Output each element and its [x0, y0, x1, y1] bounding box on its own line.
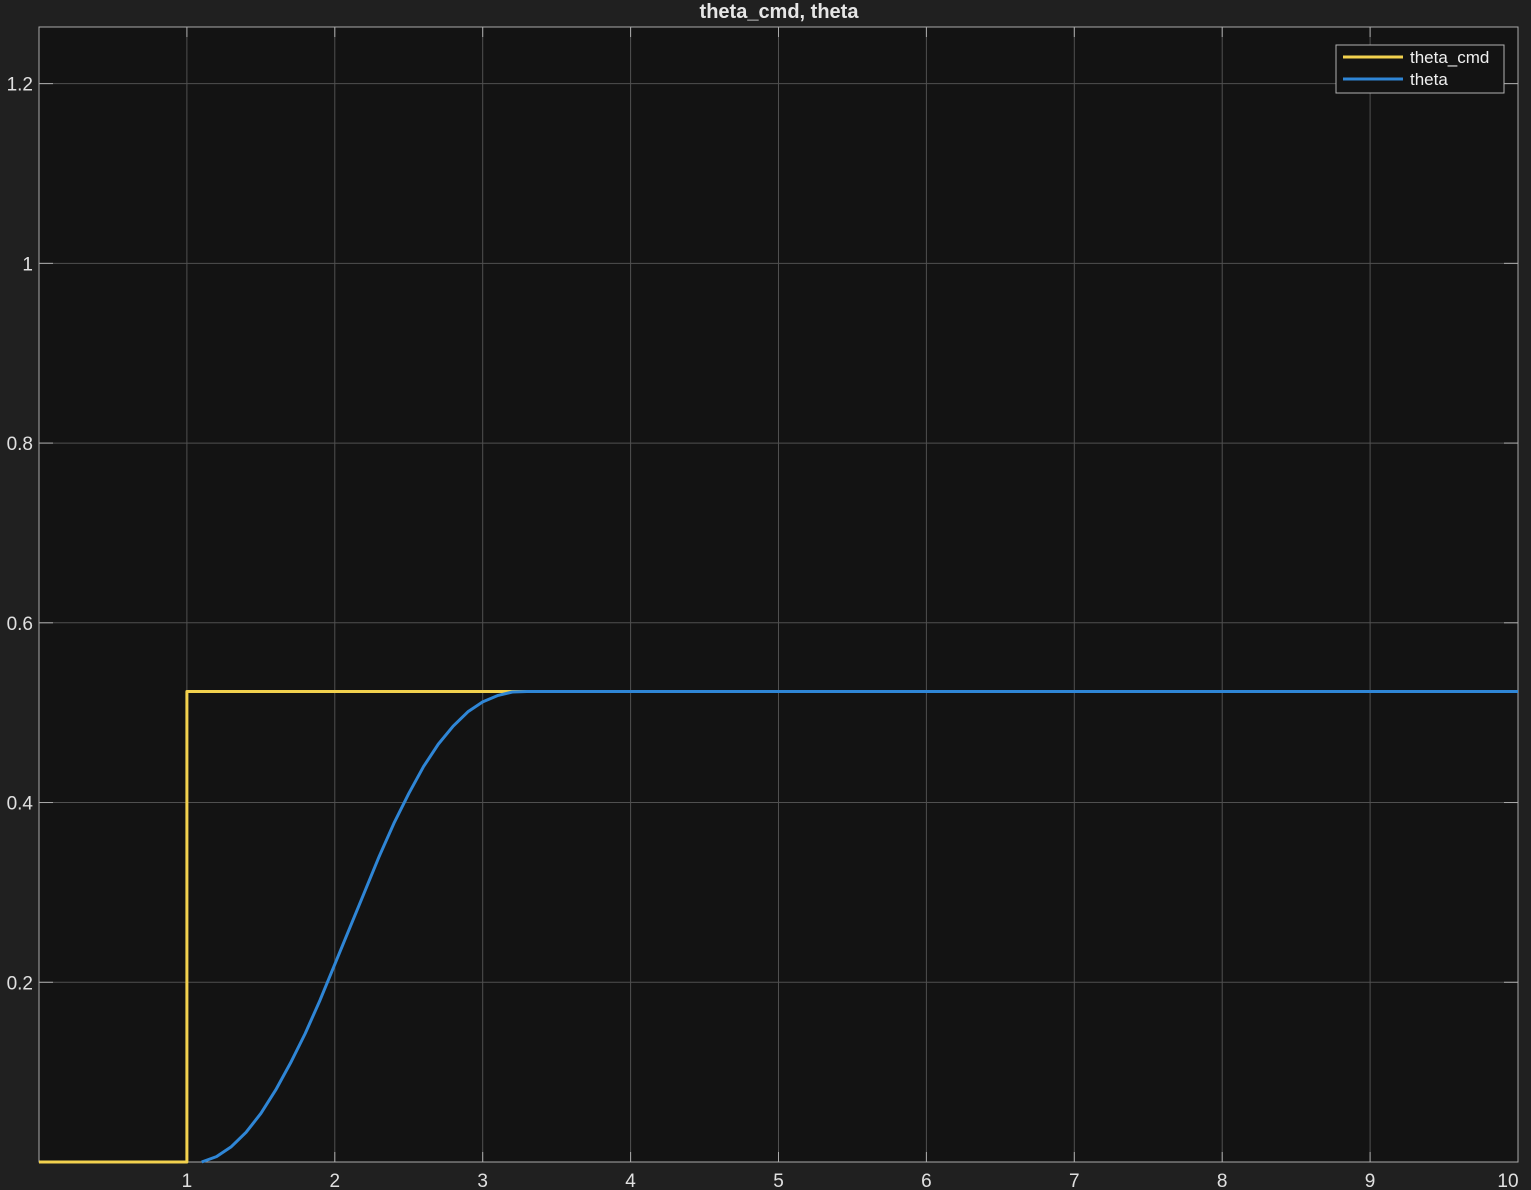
x-tick-label: 8 [1217, 1171, 1228, 1190]
y-tick-label: 1.2 [7, 75, 33, 96]
x-tick-label: 10 [1497, 1171, 1518, 1190]
legend-label-theta-cmd: theta_cmd [1410, 48, 1489, 67]
x-tick-label: 5 [773, 1171, 784, 1190]
y-tick-label: 0.2 [7, 973, 33, 994]
line-chart: 1 2 3 4 5 6 7 8 9 10 0.2 0.4 0.6 0.8 1 1.2 theta_cmd, t… [0, 0, 1531, 1190]
legend-label-theta: theta [1410, 70, 1448, 89]
y-tick-label: 0.8 [7, 434, 33, 455]
x-tick-label: 4 [625, 1171, 636, 1190]
y-tick-label: 0.4 [7, 794, 34, 815]
x-tick-label: 7 [1069, 1171, 1080, 1190]
x-tick-label: 6 [921, 1171, 932, 1190]
x-tick-label: 1 [182, 1171, 193, 1190]
x-tick-label: 9 [1365, 1171, 1376, 1190]
x-tick-label: 3 [477, 1171, 488, 1190]
x-tick-label: 2 [330, 1171, 341, 1190]
y-tick-label: 1 [22, 254, 33, 275]
legend[interactable]: theta_cmd theta [1335, 44, 1505, 94]
y-tick-label: 0.6 [7, 614, 33, 635]
chart-title: theta_cmd, theta [700, 1, 860, 23]
